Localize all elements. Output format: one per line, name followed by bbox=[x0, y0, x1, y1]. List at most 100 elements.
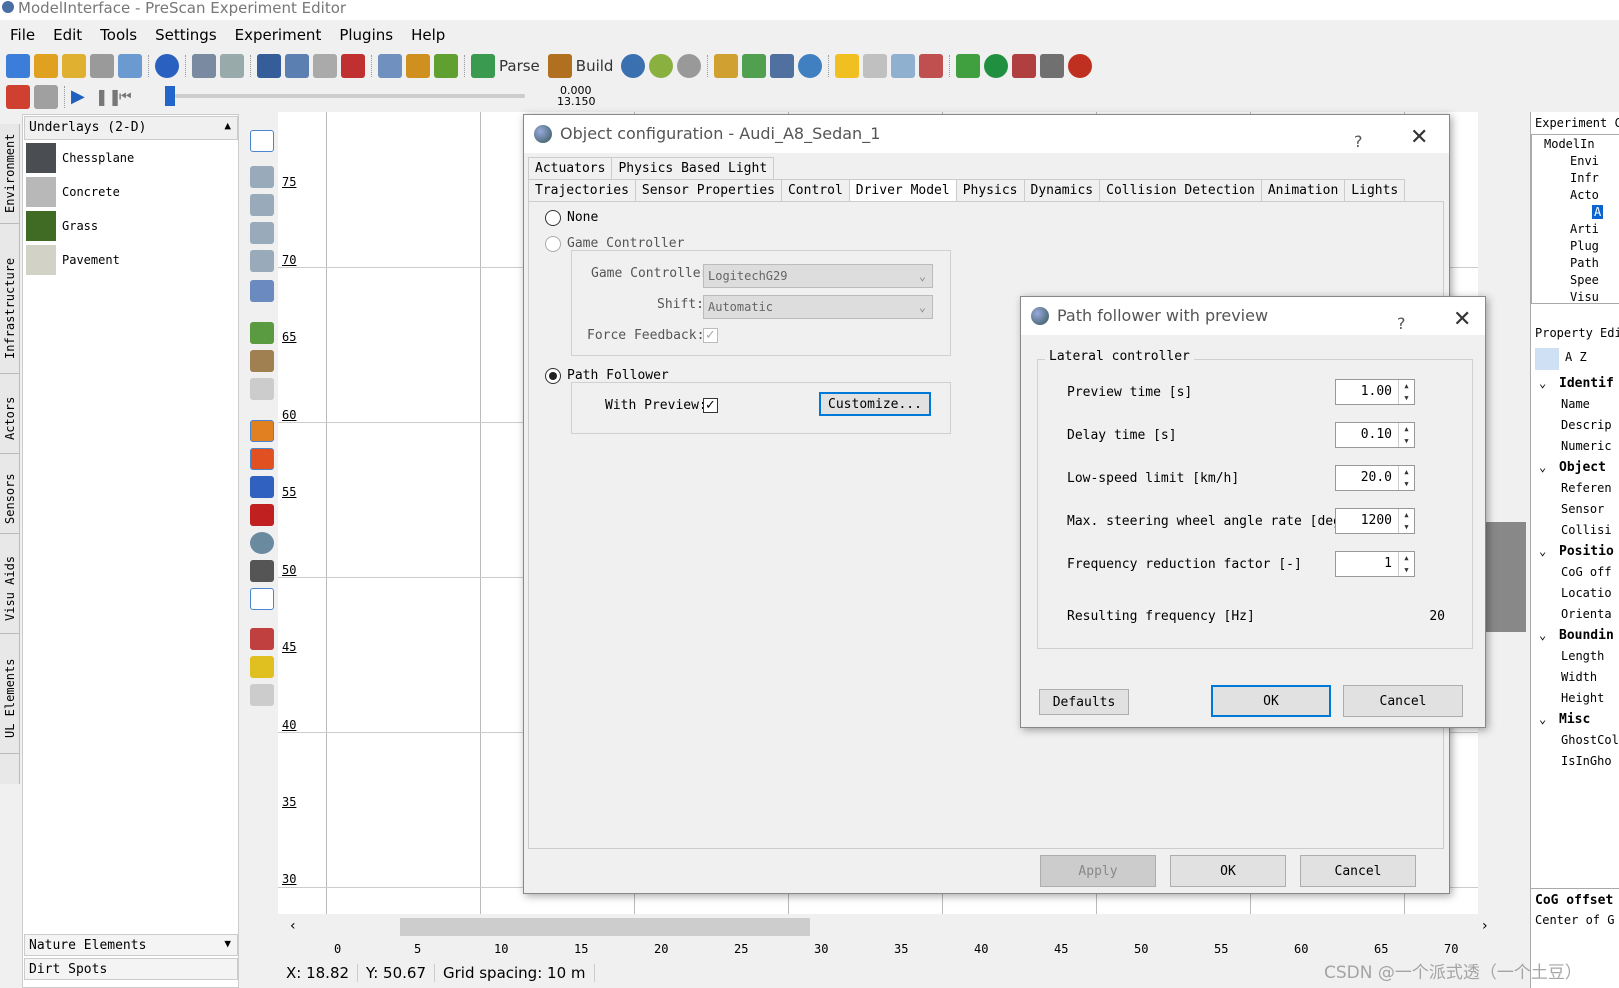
library-item-chessplane[interactable]: Chessplane bbox=[26, 142, 134, 174]
close-icon[interactable]: ✕ bbox=[1453, 301, 1471, 339]
library-group-header[interactable]: Underlays (2-D) ▲ bbox=[24, 116, 238, 140]
property-category[interactable]: Positio bbox=[1559, 544, 1614, 559]
balls-icon[interactable] bbox=[250, 532, 274, 554]
export-icon[interactable] bbox=[1040, 54, 1065, 78]
globe-icon[interactable] bbox=[621, 54, 646, 78]
chevron-down-icon[interactable]: ⌄ bbox=[1539, 376, 1546, 390]
ok-button[interactable]: OK bbox=[1170, 855, 1286, 887]
vehicles-icon[interactable] bbox=[1012, 54, 1037, 78]
cancel-button[interactable]: Cancel bbox=[1300, 855, 1416, 887]
with-preview-checkbox[interactable]: ✓ bbox=[703, 398, 718, 413]
property-row[interactable]: IsInGho bbox=[1561, 754, 1612, 768]
tab-ul-elements[interactable]: UL Elements bbox=[0, 644, 20, 754]
apply-button[interactable]: Apply bbox=[1040, 855, 1156, 887]
scroll-left-icon[interactable]: ‹ bbox=[290, 918, 296, 934]
gauge-icon[interactable] bbox=[798, 54, 823, 78]
parameter-spinbox[interactable]: 20.0 ▲ ▼ bbox=[1335, 465, 1415, 491]
chevron-down-icon[interactable]: ⌄ bbox=[1539, 460, 1546, 474]
spin-up-icon[interactable]: ▲ bbox=[1398, 423, 1414, 435]
sort-az-icon[interactable]: A Z bbox=[1565, 350, 1587, 364]
tree-node[interactable]: Acto bbox=[1570, 188, 1599, 202]
camera-left-icon[interactable] bbox=[250, 420, 274, 442]
menu-tools[interactable]: Tools bbox=[90, 26, 145, 44]
menu-settings[interactable]: Settings bbox=[145, 26, 225, 44]
select-tool-icon[interactable] bbox=[250, 130, 274, 152]
cancel-button[interactable]: Cancel bbox=[1343, 685, 1463, 717]
tree-node[interactable]: Path bbox=[1570, 256, 1599, 270]
layers-tool-icon[interactable] bbox=[250, 656, 274, 678]
chevron-down-icon[interactable]: ⌄ bbox=[1539, 712, 1546, 726]
property-row[interactable]: Descrip bbox=[1561, 418, 1612, 432]
pause-icon[interactable]: ❚❚ bbox=[95, 87, 122, 107]
tree-node-selected[interactable]: A bbox=[1592, 205, 1604, 219]
tab-collision-detection[interactable]: Collision Detection bbox=[1099, 179, 1262, 201]
tab-environment[interactable]: Environment bbox=[0, 124, 20, 224]
help-icon[interactable] bbox=[155, 54, 179, 78]
weather-icon[interactable] bbox=[891, 54, 916, 78]
property-category[interactable]: Identif bbox=[1559, 376, 1614, 391]
menu-file[interactable]: File bbox=[0, 26, 43, 44]
zoom-area-icon[interactable] bbox=[250, 250, 274, 272]
spin-up-icon[interactable]: ▲ bbox=[1398, 466, 1414, 478]
expand-down-icon[interactable]: ▼ bbox=[224, 937, 231, 950]
horizontal-scroll-thumb[interactable] bbox=[400, 918, 810, 936]
path-follower-radio[interactable] bbox=[545, 368, 561, 384]
tree-node[interactable]: Envi bbox=[1570, 154, 1599, 168]
curve-icon[interactable] bbox=[250, 350, 274, 372]
timeline-slider[interactable] bbox=[165, 86, 175, 106]
tab-actors[interactable]: Actors bbox=[0, 384, 20, 454]
parse-icon[interactable] bbox=[471, 54, 495, 78]
defaults-button[interactable]: Defaults bbox=[1039, 689, 1129, 715]
menu-edit[interactable]: Edit bbox=[43, 26, 90, 44]
property-row[interactable]: Referen bbox=[1561, 481, 1612, 495]
spin-down-icon[interactable]: ▼ bbox=[1398, 392, 1414, 404]
none-radio[interactable] bbox=[545, 210, 561, 226]
property-row[interactable]: Collisi bbox=[1561, 523, 1612, 537]
play-icon[interactable]: ▶ bbox=[71, 87, 91, 107]
cut-icon[interactable] bbox=[257, 54, 281, 78]
spin-down-icon[interactable]: ▼ bbox=[1398, 435, 1414, 447]
waveform-icon[interactable] bbox=[250, 588, 274, 610]
tab-control[interactable]: Control bbox=[780, 179, 850, 201]
help-icon[interactable]: ? bbox=[1354, 123, 1363, 161]
scroll-right-icon[interactable]: › bbox=[1482, 918, 1488, 934]
copy-icon[interactable] bbox=[285, 54, 309, 78]
property-category[interactable]: Object bbox=[1559, 460, 1606, 475]
new-icon[interactable] bbox=[6, 54, 30, 78]
menu-plugins[interactable]: Plugins bbox=[329, 26, 401, 44]
chevron-down-icon[interactable]: ⌄ bbox=[1539, 628, 1546, 642]
tab-visu-aids[interactable]: Visu Aids bbox=[0, 544, 20, 634]
globe-gray-icon[interactable] bbox=[677, 54, 702, 78]
spin-down-icon[interactable]: ▼ bbox=[1398, 478, 1414, 490]
spin-down-icon[interactable]: ▼ bbox=[1398, 521, 1414, 533]
save-as-icon[interactable] bbox=[118, 54, 142, 78]
paste-icon[interactable] bbox=[313, 54, 337, 78]
property-row[interactable]: Height bbox=[1561, 691, 1604, 705]
node-icon[interactable] bbox=[250, 378, 274, 400]
delete-icon[interactable] bbox=[341, 54, 365, 78]
parameter-spinbox[interactable]: 1200 ▲ ▼ bbox=[1335, 508, 1415, 534]
collapse-up-icon[interactable]: ▲ bbox=[224, 119, 231, 132]
numbers-icon[interactable] bbox=[250, 628, 274, 650]
library-item-grass[interactable]: Grass bbox=[26, 210, 98, 242]
redo-icon[interactable] bbox=[220, 54, 244, 78]
tab-physics[interactable]: Physics bbox=[955, 179, 1025, 201]
library-group-nature[interactable]: Nature Elements ▼ bbox=[24, 934, 238, 956]
close-icon[interactable]: ✕ bbox=[1410, 119, 1428, 157]
record-icon[interactable] bbox=[6, 85, 30, 109]
select-all-icon[interactable] bbox=[378, 54, 402, 78]
parameter-spinbox[interactable]: 0.10 ▲ ▼ bbox=[1335, 422, 1415, 448]
tree-node[interactable]: Spee bbox=[1570, 273, 1599, 287]
library-item-pavement[interactable]: Pavement bbox=[26, 244, 120, 276]
open-icon[interactable] bbox=[34, 54, 58, 78]
dome-icon[interactable] bbox=[250, 560, 274, 582]
library-group-dirt[interactable]: Dirt Spots bbox=[24, 958, 238, 980]
save-icon[interactable] bbox=[90, 54, 114, 78]
tab-animation[interactable]: Animation bbox=[1260, 179, 1346, 201]
categorized-icon[interactable] bbox=[1535, 348, 1559, 370]
tab-dynamics[interactable]: Dynamics bbox=[1023, 179, 1101, 201]
arc-icon[interactable] bbox=[250, 684, 274, 706]
tab-sensors[interactable]: Sensors bbox=[0, 464, 20, 534]
tree-node[interactable]: ModelIn bbox=[1544, 137, 1595, 151]
property-row[interactable]: Locatio bbox=[1561, 586, 1612, 600]
